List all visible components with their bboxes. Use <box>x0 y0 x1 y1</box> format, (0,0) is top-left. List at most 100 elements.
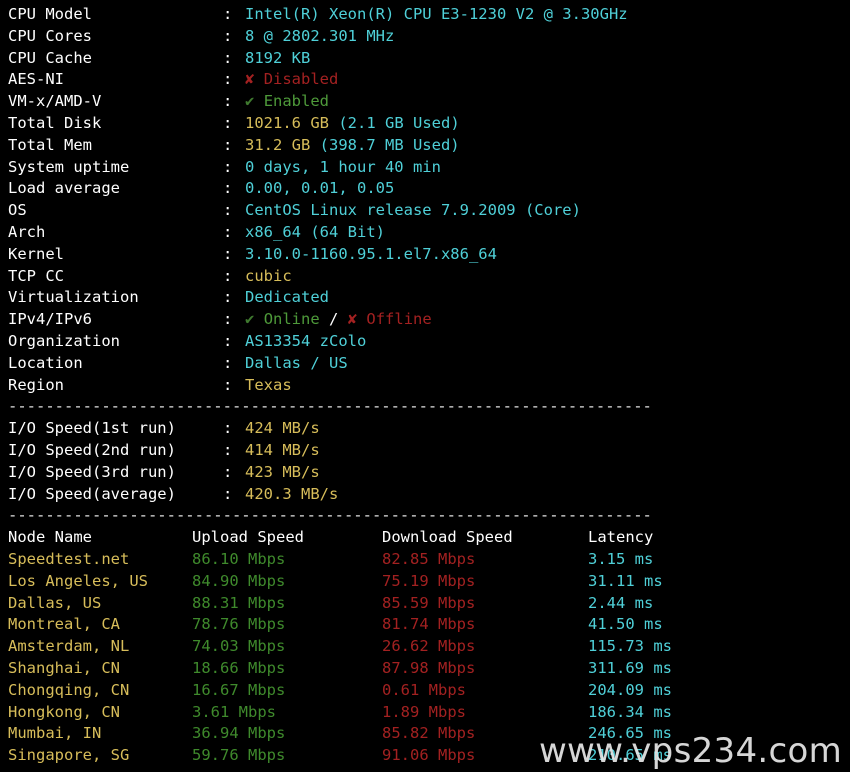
column-header-node-name: Node Name <box>8 528 92 547</box>
info-colon: : <box>223 353 233 372</box>
latency-cell: 41.50 ms <box>588 615 663 634</box>
download-speed-cell: 85.59 Mbps <box>382 593 476 612</box>
info-value: cubic <box>245 266 850 288</box>
info-colon: : <box>223 135 233 154</box>
info-row: CPU Cores:8 @ 2802.301 MHz <box>8 26 850 48</box>
info-value: Dedicated <box>245 287 850 309</box>
info-colon: : <box>223 157 233 176</box>
table-row: Mumbai, IN 36.94 Mbps 85.82 Mbps 246.65 ms <box>8 723 850 745</box>
check-icon: ✔ <box>245 310 255 329</box>
download-speed-cell: 85.82 Mbps <box>382 724 476 743</box>
node-name-cell: Shanghai, CN <box>8 658 120 677</box>
info-row: Arch: x86_64 (64 Bit) <box>8 222 850 244</box>
node-name-cell: Mumbai, IN <box>8 724 102 743</box>
info-colon: : <box>223 288 233 307</box>
info-colon: : <box>223 201 233 220</box>
info-value: Dallas / US <box>245 353 850 375</box>
io-speed-row: I/O Speed(3rd run):423 MB/s <box>8 462 850 484</box>
upload-speed-cell: 59.76 Mbps <box>192 746 286 765</box>
info-value-text: Enabled <box>263 92 330 111</box>
info-colon: : <box>223 26 233 45</box>
table-row: Amsterdam, NL 74.03 Mbps 26.62 Mbps 115.73 … <box>8 636 850 658</box>
info-label: AES-NI <box>8 70 64 89</box>
info-colon: : <box>223 113 233 132</box>
cross-icon: ✘ <box>245 70 255 89</box>
info-label: Location <box>8 353 83 372</box>
io-speed-value: 424 MB/s <box>245 419 320 438</box>
info-label: System uptime <box>8 157 130 176</box>
info-value: 31.2 GB (398.7 MB Used) <box>245 135 850 157</box>
info-value-text: 0.00, 0.01, 0.05 <box>245 179 395 198</box>
info-row: Organization: AS13354 zColo <box>8 331 850 353</box>
node-name-cell: Chongqing, CN <box>8 680 130 699</box>
terminal-output: CPU Model: Intel(R) Xeon(R) CPU E3-1230 V… <box>0 0 850 772</box>
io-speed-colon: : <box>223 440 233 459</box>
info-value-text: Texas <box>245 375 292 394</box>
download-speed-cell: 81.74 Mbps <box>382 615 476 634</box>
column-header-latency: Latency <box>588 528 654 547</box>
info-row: VM-x/AMD-V: ✔ Enabled <box>8 91 850 113</box>
info-label: CPU Cores <box>8 26 92 45</box>
info-value-extra: (398.7 MB Used) <box>310 135 460 154</box>
info-row: Kernel:3.10.0-1160.95.1.el7.x86_64 <box>8 244 850 266</box>
info-row: Total Disk:1021.6 GB (2.1 GB Used) <box>8 113 850 135</box>
info-value: 3.10.0-1160.95.1.el7.x86_64 <box>245 244 850 266</box>
info-value-text: Intel(R) Xeon(R) CPU E3-1230 V2 @ 3.30GH… <box>245 5 628 23</box>
info-row: System uptime:0 days, 1 hour 40 min <box>8 157 850 179</box>
table-row: Montreal, CA 78.76 Mbps 81.74 Mbps 41.50 ms <box>8 614 850 636</box>
info-row: CPU Cache:8192 KB <box>8 48 850 70</box>
info-value-text: 8 @ 2802.301 MHz <box>245 26 395 45</box>
info-label: Organization <box>8 331 120 350</box>
info-value-text: 8192 KB <box>245 48 311 67</box>
info-colon: : <box>223 222 233 241</box>
info-row: TCP CC: cubic <box>8 266 850 288</box>
info-value-text: 1021.6 GB <box>245 113 329 132</box>
info-colon: : <box>223 310 233 329</box>
info-row: OS: CentOS Linux release 7.9.2009 (Core) <box>8 200 850 222</box>
node-name-cell: Montreal, CA <box>8 615 120 634</box>
info-row: Virtualization: Dedicated <box>8 287 850 309</box>
info-label: Total Mem <box>8 135 92 154</box>
table-row: Shanghai, CN 18.66 Mbps 87.98 Mbps 311.69 m… <box>8 658 850 680</box>
info-value: 8192 KB <box>245 48 850 70</box>
info-value: 0.00, 0.01, 0.05 <box>245 178 850 200</box>
node-name-cell: Amsterdam, NL <box>8 637 130 656</box>
info-value-text: 3.10.0-1160.95.1.el7.x86_64 <box>245 244 497 263</box>
node-name-cell: Dallas, US <box>8 593 102 612</box>
info-row: IPv4/IPv6: ✔ Online / ✘ Offline <box>8 309 850 331</box>
info-value: ✔ Enabled <box>245 91 850 113</box>
info-value: 0 days, 1 hour 40 min <box>245 157 850 179</box>
latency-cell: 2.44 ms <box>588 593 654 612</box>
info-label: IPv4/IPv6 <box>8 310 92 329</box>
info-value-text: AS13354 zColo <box>245 331 367 350</box>
info-value-text: Dallas / US <box>245 353 348 372</box>
io-speed-label: I/O Speed(average) <box>8 484 176 503</box>
info-value-extra: (2.1 GB Used) <box>329 113 460 132</box>
download-speed-cell: 75.19 Mbps <box>382 571 476 590</box>
info-value-text: 0 days, 1 hour 40 min <box>245 157 441 176</box>
table-row: Los Angeles, US 84.90 Mbps 75.19 Mbps 31.11… <box>8 571 850 593</box>
upload-speed-cell: 84.90 Mbps <box>192 571 286 590</box>
info-colon: : <box>223 331 233 350</box>
info-value: Texas <box>245 375 850 397</box>
io-speed-value: 423 MB/s <box>245 462 320 481</box>
io-speed-label: I/O Speed(1st run) <box>8 419 176 438</box>
info-row: Load average:0.00, 0.01, 0.05 <box>8 178 850 200</box>
table-row: Dallas, US 88.31 Mbps 85.59 Mbps 2.44 ms <box>8 593 850 615</box>
upload-speed-cell: 18.66 Mbps <box>192 658 286 677</box>
io-speed-row: I/O Speed(2nd run):414 MB/s <box>8 440 850 462</box>
info-colon: : <box>223 70 233 89</box>
info-value-text: Disabled <box>263 70 339 89</box>
info-colon: : <box>223 244 233 263</box>
check-icon: ✔ <box>245 92 255 111</box>
table-row: Chongqing, CN 16.67 Mbps 0.61 Mbps 204.09 m… <box>8 680 850 702</box>
info-label: Kernel <box>8 244 64 263</box>
info-value: AS13354 zColo <box>245 331 850 353</box>
latency-cell: 3.15 ms <box>588 549 654 568</box>
info-colon: : <box>223 48 233 67</box>
download-speed-cell: 82.85 Mbps <box>382 549 476 568</box>
node-name-cell: Singapore, SG <box>8 746 130 765</box>
info-label: OS <box>8 201 27 220</box>
node-name-cell: Speedtest.net <box>8 549 130 568</box>
info-label: Total Disk <box>8 113 102 132</box>
